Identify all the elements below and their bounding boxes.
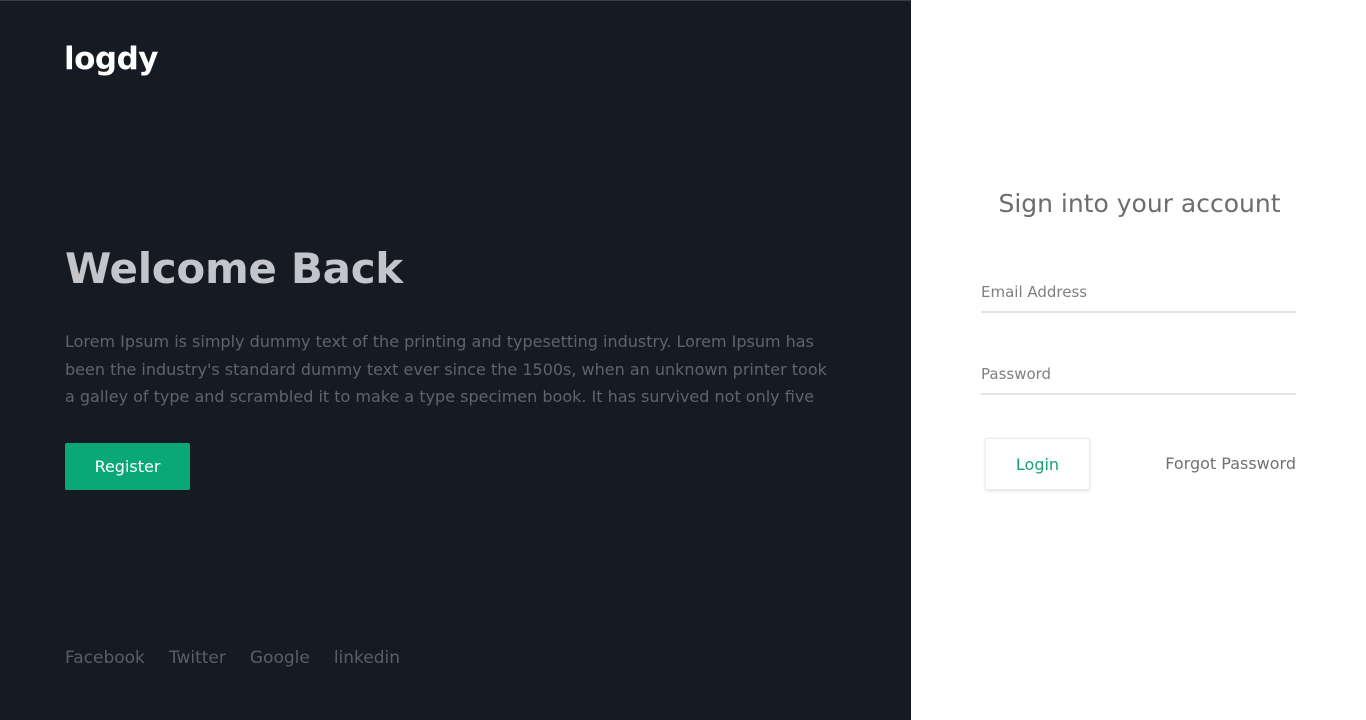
- email-field[interactable]: [981, 273, 1296, 313]
- signin-panel: Sign into your account Login Forgot Pass…: [911, 0, 1366, 720]
- social-links: Facebook Twitter Google linkedin: [65, 646, 400, 670]
- forgot-password-link[interactable]: Forgot Password: [1165, 452, 1296, 476]
- login-button[interactable]: Login: [985, 438, 1090, 490]
- social-link-twitter[interactable]: Twitter: [169, 646, 226, 670]
- welcome-description: Lorem Ipsum is simply dummy text of the …: [65, 332, 827, 406]
- welcome-panel: logdy Welcome Back Lorem Ipsum is simply…: [0, 0, 911, 720]
- social-link-google[interactable]: Google: [250, 646, 310, 670]
- social-link-facebook[interactable]: Facebook: [65, 646, 145, 670]
- login-page: logdy Welcome Back Lorem Ipsum is simply…: [0, 0, 1366, 720]
- password-field[interactable]: [981, 355, 1296, 395]
- social-link-linkedin[interactable]: linkedin: [334, 646, 400, 670]
- welcome-title: Welcome Back: [65, 244, 403, 293]
- register-button[interactable]: Register: [65, 443, 190, 490]
- signin-title: Sign into your account: [998, 189, 1281, 218]
- logo[interactable]: logdy: [64, 39, 159, 79]
